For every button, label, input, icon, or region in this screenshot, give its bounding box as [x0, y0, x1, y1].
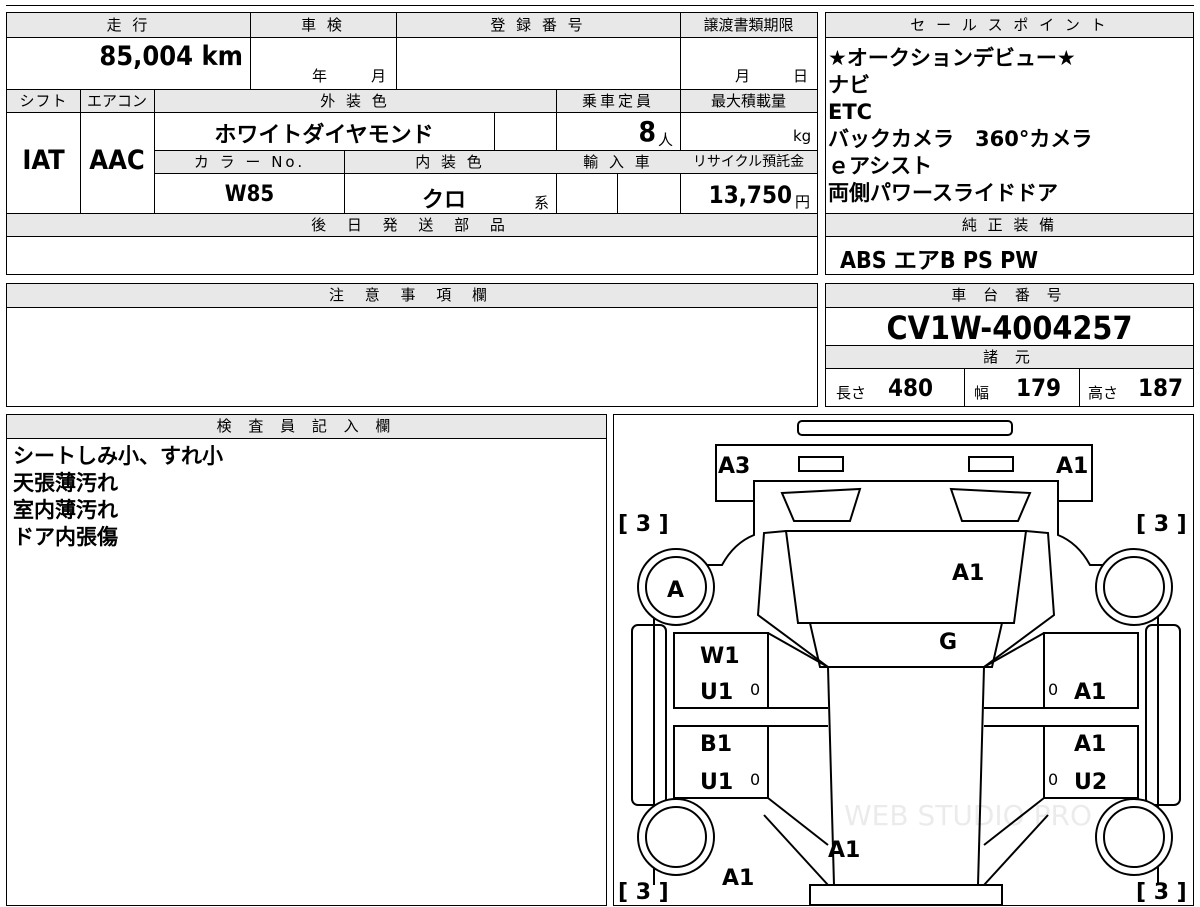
watermark: WEB STUDIO PRO: [844, 799, 1092, 832]
interior-color-value: クロ: [421, 188, 466, 213]
import-header: 輸 入 車: [556, 151, 680, 173]
zero-mark-2: 0: [750, 770, 760, 789]
inspector-notes-list: シートしみ小、すれ小 天張薄汚れ室内薄汚れドア内張傷: [13, 443, 593, 551]
color-no-header: カ ラ ー No.: [155, 151, 344, 173]
sales-point-item: ★オークションデビュー★: [828, 46, 1076, 70]
inspection-month-unit: 月: [371, 67, 387, 85]
recycle-amount: 13,750: [708, 181, 792, 209]
chassis-box: 車 台 番 号 CV1W-4004257 諸 元 長さ 480 幅 179 高さ…: [825, 283, 1194, 407]
sales-point-item: ナビ: [828, 73, 870, 97]
inspector-note-item: シートしみ小、すれ小: [13, 444, 223, 468]
later-parts-header: 後 日 発 送 部 品: [7, 214, 817, 236]
deadline-header: 譲渡書類期限: [680, 13, 817, 37]
sales-point-header: セ ー ル ス ポ イ ン ト: [826, 13, 1193, 37]
mileage-value: 85,004 km: [99, 41, 243, 72]
top-strip: [6, 0, 1194, 6]
sales-point-item: バックカメラ 360°カメラ: [828, 127, 1093, 151]
inspector-note-item: 天張薄汚れ: [13, 471, 118, 495]
label-front-right-corner: A1: [1056, 454, 1088, 479]
label-right-rear-door-1: A1: [1074, 732, 1106, 757]
notes-header: 注 意 事 項 欄: [7, 284, 817, 307]
max-load-unit: kg: [793, 127, 812, 145]
inspection-header: 車 検: [250, 13, 396, 37]
inspector-header: 検 査 員 記 入 欄: [7, 415, 606, 438]
sales-point-item: 両側パワースライドドア: [828, 181, 1058, 205]
label-left-front-door-1: W1: [700, 644, 740, 669]
sales-point-item: ｅアシスト: [828, 154, 933, 178]
interior-color-header: 内 装 色: [344, 151, 556, 173]
height-value: 187: [1138, 374, 1184, 402]
genuine-equipment-header: 純 正 装 備: [826, 214, 1193, 236]
zero-mark-3: 0: [1048, 680, 1058, 699]
notes-box: 注 意 事 項 欄: [6, 283, 818, 407]
sales-point-item: ETC: [828, 100, 873, 124]
deadline-month-unit: 月: [735, 67, 751, 85]
interior-color-suffix: 系: [534, 194, 550, 212]
height-label: 高さ: [1088, 384, 1119, 402]
label-left-rear-door-2: U1: [700, 770, 733, 795]
car-diagram: A3 A1 [ 3 ] [ 3 ] A1 A G W1 U1 B1 U1 A1 …: [618, 420, 1187, 906]
shift-header: シフト: [7, 90, 80, 112]
label-right-rear-door-2: U2: [1074, 770, 1107, 795]
registration-header: 登 録 番 号: [396, 13, 680, 37]
zero-mark-4: 0: [1048, 770, 1058, 789]
aircon-value: AAC: [89, 145, 145, 176]
length-value: 480: [888, 374, 934, 402]
inspection-year-unit: 年: [312, 67, 328, 85]
inspector-box: 検 査 員 記 入 欄 シートしみ小、すれ小 天張薄汚れ室内薄汚れドア内張傷: [6, 414, 607, 906]
label-tire-fr: [ 3 ]: [1136, 512, 1187, 537]
aircon-header: エアコン: [80, 90, 154, 112]
specs-header: 諸 元: [826, 346, 1193, 368]
label-left-front-door-2: U1: [700, 680, 733, 705]
capacity-value: 8: [638, 115, 656, 148]
chassis-no-value: CV1W-4004257: [886, 309, 1133, 347]
sales-point-box: セ ー ル ス ポ イ ン ト ★オークションデビュー★ ナビ ETC バックカメラ …: [825, 12, 1194, 275]
genuine-equipment-value: ABS エアB PS PW: [840, 248, 1039, 274]
label-tire-rl: [ 3 ]: [618, 880, 669, 905]
label-windshield: G: [939, 630, 957, 655]
recycle-unit: 円: [795, 193, 811, 211]
label-tire-fl: [ 3 ]: [618, 512, 669, 537]
max-load-header: 最大積載量: [680, 90, 817, 112]
sales-point-list: ★オークションデビュー★ ナビ ETC バックカメラ 360°カメラ ｅアシスト両側パワ…: [828, 45, 1188, 207]
car-diagram-box: A3 A1 [ 3 ] [ 3 ] A1 A G W1 U1 B1 U1 A1 …: [613, 414, 1194, 906]
recycle-header: リサイクル預託金: [680, 151, 817, 173]
shift-value: IAT: [22, 145, 65, 176]
exterior-color-value: ホワイトダイヤモンド: [214, 123, 434, 148]
exterior-color-header: 外 装 色: [154, 90, 556, 112]
label-hood: A1: [952, 561, 984, 586]
label-right-front-door: A1: [1074, 680, 1106, 705]
chassis-no-header: 車 台 番 号: [826, 284, 1193, 307]
label-front-left-corner: A3: [718, 454, 750, 479]
inspector-note-item: ドア内張傷: [13, 525, 118, 549]
vehicle-info-table: 走 行 車 検 登 録 番 号 譲渡書類期限 85,004 km 年 月 月 日…: [6, 12, 818, 275]
label-roof-rear: A1: [828, 838, 860, 863]
deadline-day-unit: 日: [793, 67, 809, 85]
color-no-value: W85: [224, 182, 275, 207]
mileage-header: 走 行: [7, 13, 250, 37]
label-left-rear-door-1: B1: [700, 732, 732, 757]
label-front-left-wheel: A: [667, 578, 684, 603]
width-value: 179: [1016, 374, 1062, 402]
capacity-unit: 人: [658, 131, 674, 149]
length-label: 長さ: [836, 384, 867, 402]
zero-mark-1: 0: [750, 680, 760, 699]
width-label: 幅: [974, 384, 990, 402]
inspector-note-item: 室内薄汚れ: [13, 498, 118, 522]
label-rear: A1: [722, 866, 754, 891]
label-tire-rr: [ 3 ]: [1136, 880, 1187, 905]
capacity-header: 乗車定員: [556, 90, 680, 112]
